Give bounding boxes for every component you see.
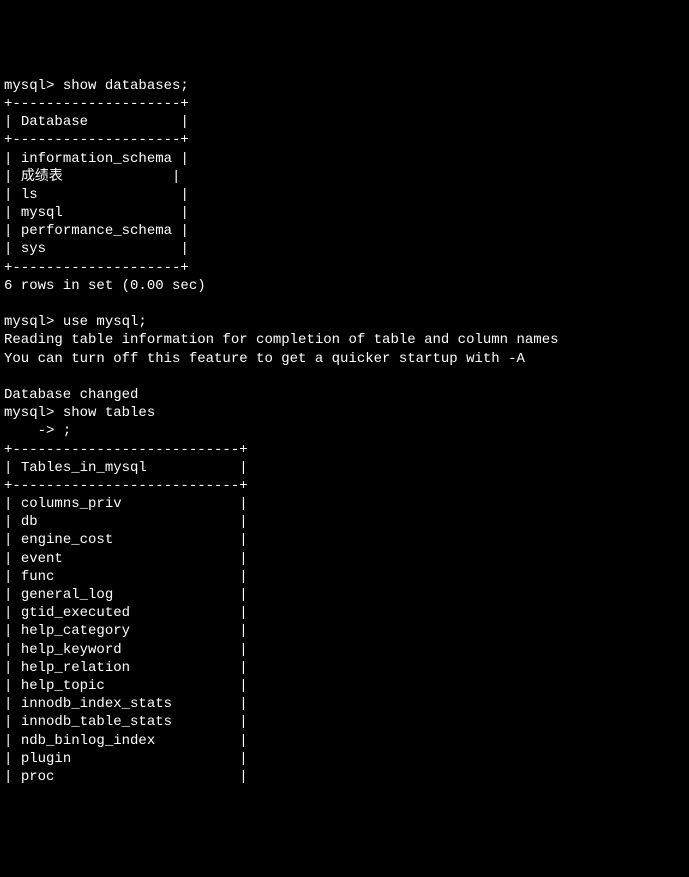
command-text: use mysql; (63, 314, 147, 330)
table-row: | help_relation | (4, 660, 248, 676)
table-row: | db | (4, 514, 248, 530)
column-header: Tables_in_mysql (21, 460, 147, 476)
terminal-output[interactable]: mysql> show databases; +----------------… (4, 77, 685, 786)
command-text: show tables (63, 405, 155, 421)
table-row: | event | (4, 551, 248, 567)
table-row: | columns_priv | (4, 496, 248, 512)
table-row: | proc | (4, 769, 248, 785)
table-row: | 成绩表 | (4, 169, 180, 185)
cell-prefix: | (4, 114, 21, 130)
table-border: +--------------------+ (4, 96, 189, 112)
table-row: | innodb_table_stats | (4, 714, 248, 730)
table-border: +---------------------------+ (4, 442, 248, 458)
table-border: +--------------------+ (4, 260, 189, 276)
info-message: You can turn off this feature to get a q… (4, 351, 525, 367)
mysql-prompt: mysql> (4, 78, 63, 94)
continuation-prompt: -> (4, 423, 63, 439)
table-border: +---------------------------+ (4, 478, 248, 494)
table-row: | mysql | (4, 205, 189, 221)
table-row: | help_category | (4, 623, 248, 639)
table-row: | information_schema | (4, 151, 189, 167)
command-text: show databases; (63, 78, 189, 94)
table-row: | ls | (4, 187, 189, 203)
info-message: Reading table information for completion… (4, 332, 559, 348)
table-border: +--------------------+ (4, 132, 189, 148)
table-row: | engine_cost | (4, 532, 248, 548)
cell-suffix: | (88, 114, 189, 130)
table-row: | innodb_index_stats | (4, 696, 248, 712)
table-row: | performance_schema | (4, 223, 189, 239)
mysql-prompt: mysql> (4, 314, 63, 330)
table-row: | ndb_binlog_index | (4, 733, 248, 749)
command-text: ; (63, 423, 71, 439)
cell-prefix: | (4, 460, 21, 476)
mysql-prompt: mysql> (4, 405, 63, 421)
column-header: Database (21, 114, 88, 130)
table-row: | gtid_executed | (4, 605, 248, 621)
result-summary: 6 rows in set (0.00 sec) (4, 278, 206, 294)
table-row: | general_log | (4, 587, 248, 603)
table-row: | help_topic | (4, 678, 248, 694)
table-row: | help_keyword | (4, 642, 248, 658)
cell-suffix: | (147, 460, 248, 476)
table-row: | plugin | (4, 751, 248, 767)
table-row: | func | (4, 569, 248, 585)
status-message: Database changed (4, 387, 138, 403)
table-row: | sys | (4, 241, 189, 257)
